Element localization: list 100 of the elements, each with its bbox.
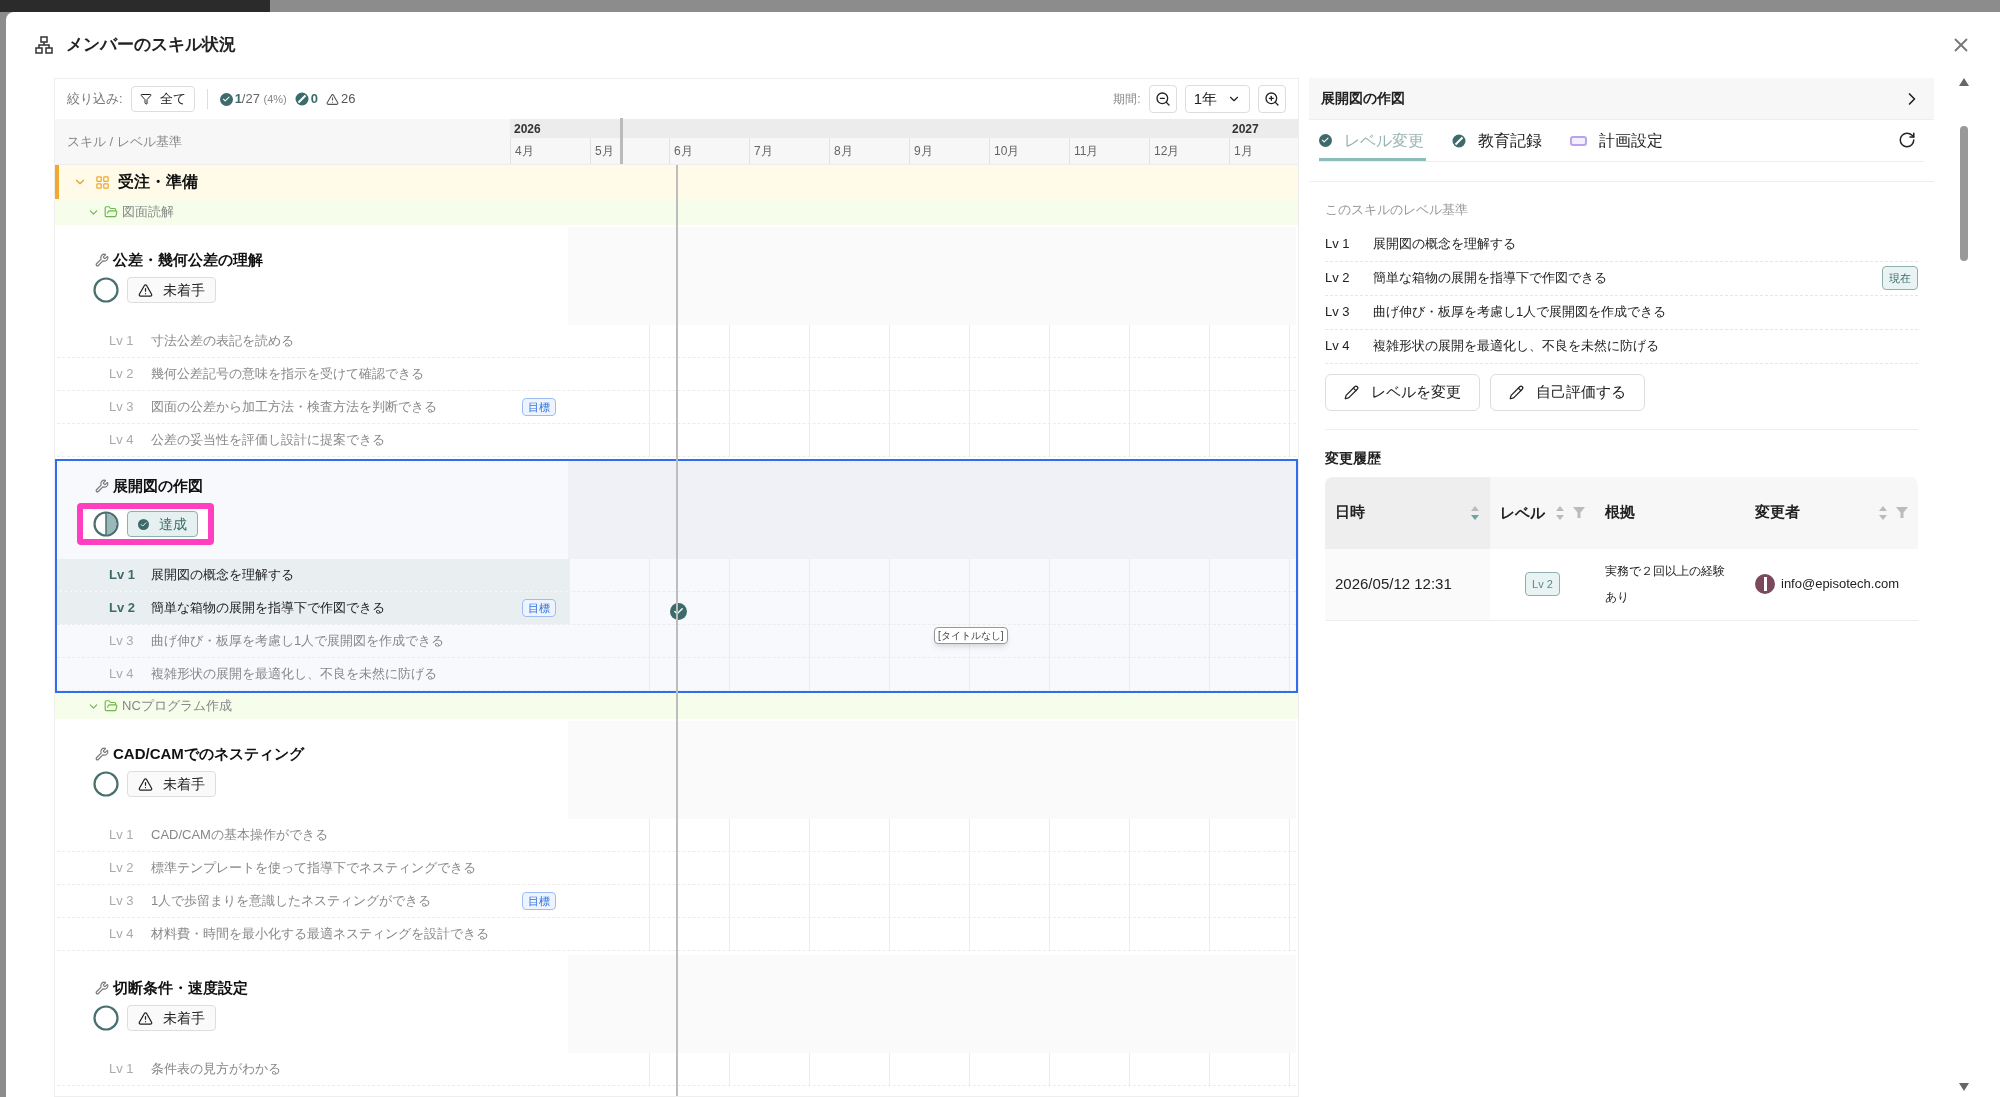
current-badge: 現在 <box>1882 266 1918 290</box>
sort-icon[interactable] <box>1878 504 1888 521</box>
month-label: 11月 <box>1069 138 1149 164</box>
zoom-in-icon <box>1264 91 1280 107</box>
month-label: 8月 <box>829 138 909 164</box>
wrench-icon <box>95 747 109 761</box>
zoom-out-button[interactable] <box>1148 85 1177 113</box>
panel-title: 展開図の作図 <box>1321 89 1405 108</box>
level-label: Lv 4 <box>1325 337 1351 356</box>
check-icon <box>219 92 233 106</box>
action-button[interactable]: 自己評価する <box>1490 373 1645 411</box>
skill-title: 公差・幾何公差の理解 <box>113 249 263 270</box>
grid-icon <box>95 174 110 190</box>
sort-icon[interactable] <box>1470 504 1480 521</box>
folder-icon <box>104 699 118 713</box>
month-label: 12月 <box>1149 138 1229 164</box>
status-badge: 未着手 <box>127 771 216 798</box>
scroll-down-icon[interactable] <box>1959 1083 1969 1091</box>
level-criterion: 曲げ伸び・板厚を考慮し1人で展開図を作成できる <box>1373 303 1668 322</box>
level-label: Lv 3 <box>109 892 135 911</box>
month-label: 7月 <box>749 138 829 164</box>
level-criterion: 材料費・時間を最小化する最適ネスティングを設計できる <box>151 925 490 944</box>
zoom-in-button[interactable] <box>1258 85 1286 113</box>
month-label: 4月 <box>510 138 590 164</box>
year-label: 2026 <box>513 120 542 138</box>
level-badge: Lv 2 <box>1525 572 1560 596</box>
level-label: Lv 4 <box>109 925 135 944</box>
level-criterion: 条件表の見方がわかる <box>151 1060 282 1079</box>
selected-skill-frame[interactable]: 展開図の作図 達成 Lv 1 展開図の概念を理解する Lv 2 簡単な箱物の展開を指導下で作図できる 目標 Lv 3 曲げ伸び・板厚を考慮し1人で展開図を作成できる [タイトルなし] Lv 4 複雑形状の展開を最適化し、不良を未然に防げる <box>55 459 1298 693</box>
level-criterion: 標準テンプレートを使って指導下でネスティングできる <box>151 859 477 878</box>
period-select[interactable]: 1年 <box>1184 85 1250 113</box>
filter-label: 絞り込み: <box>67 90 123 109</box>
level-label: Lv 4 <box>109 665 135 684</box>
check-icon <box>138 518 149 530</box>
level-label: Lv 1 <box>109 1060 135 1079</box>
level-criterion: 1人で歩留まりを意識したネスティングができる <box>151 892 433 911</box>
wrench-icon <box>95 253 109 267</box>
pencil-icon <box>1344 384 1359 400</box>
action-button[interactable]: レベルを変更 <box>1325 373 1480 411</box>
group-title: 受注・準備 <box>118 172 198 192</box>
in-progress-count: 0 <box>310 90 319 109</box>
status-badge: 未着手 <box>127 1005 216 1032</box>
column-header: 根拠 <box>1603 502 1636 523</box>
slashed-circle-icon <box>294 92 309 106</box>
level-label: Lv 2 <box>109 365 135 384</box>
filter-icon[interactable] <box>1896 506 1908 519</box>
level-label: Lv 1 <box>1325 235 1351 254</box>
scroll-up-icon[interactable] <box>1959 78 1969 86</box>
level-label: Lv 2 <box>1325 269 1351 288</box>
column-header: 日時 <box>1325 476 1490 549</box>
year-label: 2027 <box>1231 120 1259 138</box>
level-label: Lv 2 <box>109 859 135 878</box>
warning-icon <box>138 776 153 792</box>
status-badge: 未着手 <box>127 277 216 304</box>
refresh-icon[interactable] <box>1898 131 1916 149</box>
hierarchy-icon <box>34 35 54 55</box>
wrench-icon <box>95 479 109 493</box>
level-label: Lv 3 <box>1325 303 1351 322</box>
sort-icon[interactable] <box>1555 504 1565 521</box>
level-criterion: 曲げ伸び・板厚を考慮し1人で展開図を作成できる <box>151 632 446 651</box>
section-title: このスキルのレベル基準 <box>1325 201 1469 219</box>
month-label: 9月 <box>909 138 989 164</box>
level-criterion: 簡単な箱物の展開を指導下で作図できる <box>151 599 386 618</box>
zoom-out-icon <box>1154 91 1171 107</box>
target-badge: 目標 <box>522 892 556 910</box>
folder-icon <box>104 205 118 219</box>
wrench-icon <box>95 981 109 995</box>
table-cell-text: 実務で２回以上の経験あり <box>1604 563 1726 606</box>
month-label: 1月 <box>1229 138 1298 164</box>
level-label: Lv 2 <box>109 599 136 618</box>
month-label: 10月 <box>989 138 1069 164</box>
level-label: Lv 3 <box>109 398 135 417</box>
month-label: 6月 <box>669 138 749 164</box>
level-criterion: 複雑形状の展開を最適化し、不良を未然に防げる <box>151 665 438 684</box>
column-header: 変更者 <box>1745 476 1918 549</box>
filter-icon[interactable] <box>1573 506 1585 519</box>
warning-icon <box>138 1010 153 1026</box>
target-badge: 目標 <box>522 398 556 416</box>
check-icon <box>1319 134 1332 147</box>
tab[interactable]: 教育記録 <box>1452 123 1544 161</box>
filter-button[interactable]: 全て <box>130 86 195 112</box>
level-criterion: 複雑形状の展開を最適化し、不良を未然に防げる <box>1373 337 1660 356</box>
category-title: NCプログラム作成 <box>122 697 232 716</box>
period-label: 期間: <box>1113 91 1141 108</box>
warning-icon <box>326 92 340 106</box>
scrollbar-thumb[interactable] <box>1960 126 1968 261</box>
not-started-count: 26 <box>341 90 356 109</box>
column-header: スキル / レベル基準 <box>67 132 182 151</box>
avatar-icon <box>1755 574 1775 594</box>
category-title: 図面読解 <box>122 203 174 222</box>
level-criterion: 公差の妥当性を評価し設計に提案できる <box>151 431 386 450</box>
target-badge: 目標 <box>522 599 556 617</box>
warning-icon <box>138 282 153 298</box>
slashed-circle-icon <box>1452 133 1466 148</box>
status-badge: 達成 <box>127 511 198 538</box>
level-criterion: 簡単な箱物の展開を指導下で作図できる <box>1373 269 1608 288</box>
table-cell: 2026/05/12 12:31 <box>1325 548 1490 620</box>
level-criterion: 寸法公差の表記を読める <box>151 332 295 351</box>
tab[interactable]: 計画設定 <box>1570 123 1665 161</box>
skill-title: 切断条件・速度設定 <box>113 977 248 998</box>
